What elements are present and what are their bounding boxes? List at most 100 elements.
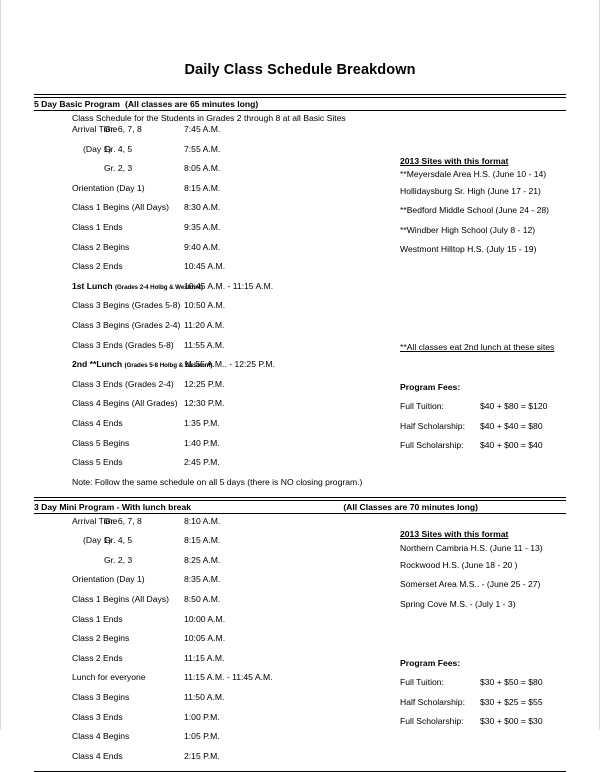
event-time: 8:35 A.M.: [184, 574, 221, 585]
event-label: Class 4 Ends: [72, 417, 123, 428]
arrival-grade: Gr. 4, 5: [104, 143, 133, 154]
section2-schedule-rows: Arrival Time Gr. 6, 7, 8 8:10 A.M. (Day …: [34, 514, 566, 771]
arrival-grade: Gr. 2, 3: [104, 554, 133, 565]
event-label: Class 3 Begins (Grades 2-4): [72, 319, 181, 330]
event-time: 11:20 A.M.: [184, 319, 225, 330]
event-label: Class 3 Ends: [72, 711, 123, 722]
lunch-label: 2nd **Lunch: [72, 359, 123, 370]
fee-value: $30 + $50 = $80: [480, 677, 543, 688]
event-time: 8:15 A.M.: [184, 182, 221, 193]
section2-right-column: 2013 Sites with this format Northern Cam…: [400, 514, 600, 737]
event-label: Class 5 Begins: [72, 437, 130, 448]
event-time: 11:15 A.M. - 11:45 A.M.: [184, 672, 273, 683]
event-label: Class 2 Ends: [72, 261, 123, 272]
event-time: 2:45 P.M.: [184, 457, 220, 468]
section-5-day-basic-program: 5 Day Basic Program (All classes are 65 …: [34, 94, 566, 494]
site-item: Spring Cove M.S. - (July 1 - 3): [400, 598, 516, 609]
event-time: 1:05 P.M.: [184, 731, 220, 742]
arrival-day-label: (Day 1): [83, 143, 112, 154]
event-label: Class 4 Begins: [72, 731, 130, 742]
event-label: Class 1 Begins (All Days): [72, 202, 169, 213]
fee-value: $40 + $40 = $80: [480, 420, 543, 431]
arrival-time: 7:55 A.M.: [184, 143, 221, 154]
event-time: 12:30 P.M.: [184, 398, 225, 409]
section1-duration-note: (All classes are 65 minutes long): [124, 99, 259, 109]
arrival-time: 8:10 A.M.: [184, 515, 221, 526]
arrival-time: 7:45 A.M.: [184, 124, 221, 134]
fee-name: Full Scholarship:: [400, 716, 464, 727]
event-label: Class 5 Ends: [72, 457, 123, 468]
section1-schedule-rows: Arrival Time Gr. 6, 7, 8 7:45 A.M. (Day …: [34, 124, 566, 494]
fee-name: Full Tuition:: [400, 401, 444, 412]
arrival-grade: Gr. 2, 3: [104, 163, 133, 174]
section1-right-column: 2013 Sites with this format **Meyersdale…: [400, 124, 600, 461]
document-page: Daily Class Schedule Breakdown 5 Day Bas…: [0, 0, 600, 772]
section1-note: Note: Follow the same schedule on all 5 …: [72, 476, 363, 487]
fee-value: $30 + $25 = $55: [480, 696, 543, 707]
event-label: Orientation (Day 1): [72, 574, 145, 585]
event-label: Class 2 Begins: [72, 241, 130, 252]
event-time: 10:45 A.M.: [184, 261, 226, 272]
site-item: Hollidaysburg Sr. High (June 17 - 21): [400, 185, 541, 196]
arrival-time-label: Arrival Time: [72, 515, 118, 526]
arrival-grade: Gr. 6, 7, 8: [104, 124, 142, 134]
section2-sites-heading: 2013 Sites with this format: [400, 528, 509, 539]
fee-name: Full Scholarship:: [400, 440, 464, 451]
section2-duration-note: (All Classes are 70 minutes long): [343, 501, 478, 512]
fee-value: $30 + $00 = $30: [480, 716, 543, 727]
section2-title: 3 Day Mini Program - With lunch break: [34, 501, 192, 512]
section2-fees-title: Program Fees:: [400, 657, 461, 668]
site-item: Westmont Hilltop H.S. (July 15 - 19): [400, 244, 537, 255]
arrival-time: 8:15 A.M.: [184, 535, 221, 546]
event-time: 11:50 A.M.: [184, 692, 225, 703]
page-title: Daily Class Schedule Breakdown: [184, 62, 416, 78]
event-label: Class 3 Begins: [72, 692, 130, 703]
site-item: Rockwood H.S. (June 18 - 20 ): [400, 559, 518, 570]
section1-band-header: 5 Day Basic Program (All classes are 65 …: [34, 98, 566, 110]
site-item: **Bedford Middle School (June 24 - 28): [400, 205, 550, 216]
event-time: 9:35 A.M.: [184, 221, 221, 232]
event-label: Class 2 Ends: [72, 652, 123, 663]
event-time: 1:40 P.M.: [184, 437, 220, 448]
section1-fees-title: Program Fees:: [400, 381, 461, 392]
arrival-time: 8:05 A.M.: [184, 163, 221, 174]
event-time: 1:00 P.M.: [184, 711, 220, 722]
arrival-grade: Gr. 6, 7, 8: [104, 515, 142, 526]
event-time: 10:50 A.M.: [184, 300, 226, 311]
section1-sites-heading: 2013 Sites with this format: [400, 155, 509, 166]
arrival-day-label: (Day 1): [83, 535, 112, 546]
event-label: Class 1 Begins (All Days): [72, 594, 169, 605]
event-label: Class 1 Ends: [72, 613, 123, 624]
arrival-grade: Gr. 4, 5: [104, 535, 133, 546]
section2-band-header: 3 Day Mini Program - With lunch break (A…: [34, 501, 566, 513]
event-label: Class 3 Begins (Grades 5-8): [72, 300, 181, 311]
arrival-time-label: Arrival Time: [72, 124, 118, 134]
event-label: Orientation (Day 1): [72, 182, 145, 193]
section1-title: 5 Day Basic Program: [34, 99, 120, 109]
event-label: Class 4 Begins (All Grades): [72, 398, 178, 409]
event-label: Class 4 Ends: [72, 750, 123, 761]
table-row: Class 4 Ends 2:15 P.M.: [34, 751, 566, 771]
event-time: 10:00 A.M.: [184, 613, 226, 624]
section-3-day-mini-program: 3 Day Mini Program - With lunch break (A…: [34, 496, 566, 772]
event-time: 9:40 A.M.: [184, 241, 221, 252]
event-label: Lunch for everyone: [72, 672, 146, 683]
event-time: 2:15 P.M.: [184, 750, 220, 761]
event-time: 12:25 P.M.: [184, 378, 225, 389]
fee-name: Half Scholarship:: [400, 696, 465, 707]
lunch-label: 1st Lunch: [72, 280, 113, 291]
lunch-time: 10:45 A.M. - 11:15 A.M.: [184, 280, 274, 291]
event-label: Class 3 Ends (Grades 2-4): [72, 378, 174, 389]
event-label: Class 1 Ends: [72, 221, 123, 232]
event-time: 11:55 A.M.: [184, 339, 225, 350]
site-item: **Windber High School (July 8 - 12): [400, 224, 536, 235]
fee-name: Full Tuition:: [400, 677, 444, 688]
event-time: 8:50 A.M.: [184, 594, 221, 605]
section1-subtitle: Class Schedule for the Students in Grade…: [72, 113, 346, 123]
event-label: Class 3 Ends (Grades 5-8): [72, 339, 174, 350]
site-item: Somerset Area M.S.. - (June 25 - 27): [400, 579, 541, 590]
fee-value: $40 + $00 = $40: [480, 440, 543, 451]
arrival-time: 8:25 A.M.: [184, 554, 221, 565]
event-time: 8:30 A.M.: [184, 202, 221, 213]
event-label: Class 2 Begins: [72, 633, 130, 644]
